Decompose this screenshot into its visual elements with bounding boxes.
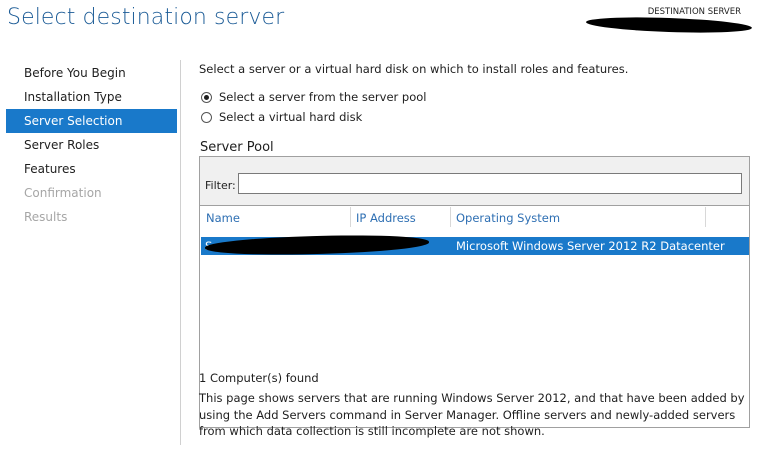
server-pool-heading: Server Pool: [200, 140, 274, 155]
column-header-name[interactable]: Name: [206, 211, 240, 225]
column-separator[interactable]: [705, 207, 706, 227]
column-header-ip[interactable]: IP Address: [356, 211, 416, 225]
destination-server-label: DESTINATION SERVER: [647, 7, 741, 17]
table-top-border: [200, 205, 749, 206]
filter-label: Filter:: [205, 179, 236, 192]
wizard-nav: Before You Begin Installation Type Serve…: [6, 61, 177, 229]
nav-item-server-roles[interactable]: Server Roles: [6, 133, 177, 157]
redaction-mark: [585, 15, 753, 35]
option-server-pool[interactable]: Select a server from the server pool: [201, 90, 426, 104]
intro-text: Select a server or a virtual hard disk o…: [199, 62, 629, 76]
filter-bar: Filter:: [200, 157, 749, 205]
column-separator[interactable]: [450, 207, 451, 227]
column-separator[interactable]: [350, 207, 351, 227]
page-title: Select destination server: [7, 5, 285, 30]
nav-item-features[interactable]: Features: [6, 157, 177, 181]
option-virtual-disk[interactable]: Select a virtual hard disk: [201, 110, 362, 124]
computer-count: 1 Computer(s) found: [199, 371, 319, 385]
filter-input[interactable]: [238, 173, 742, 194]
radio-virtual-disk[interactable]: [201, 111, 212, 123]
cell-os: Microsoft Windows Server 2012 R2 Datacen…: [456, 239, 725, 253]
server-pool-panel: Filter: Name IP Address Operating System…: [199, 156, 750, 428]
option-server-pool-label: Select a server from the server pool: [219, 90, 427, 104]
nav-item-before-you-begin[interactable]: Before You Begin: [6, 61, 177, 85]
page-description: This page shows servers that are running…: [199, 391, 745, 438]
nav-item-confirmation: Confirmation: [24, 186, 102, 200]
nav-divider: [180, 60, 181, 445]
nav-item-results: Results: [24, 210, 68, 224]
option-virtual-disk-label: Select a virtual hard disk: [219, 110, 363, 124]
column-header-os[interactable]: Operating System: [456, 211, 560, 225]
nav-item-installation-type[interactable]: Installation Type: [6, 85, 177, 109]
radio-server-pool[interactable]: [201, 91, 212, 103]
nav-item-server-selection[interactable]: Server Selection: [6, 109, 177, 133]
